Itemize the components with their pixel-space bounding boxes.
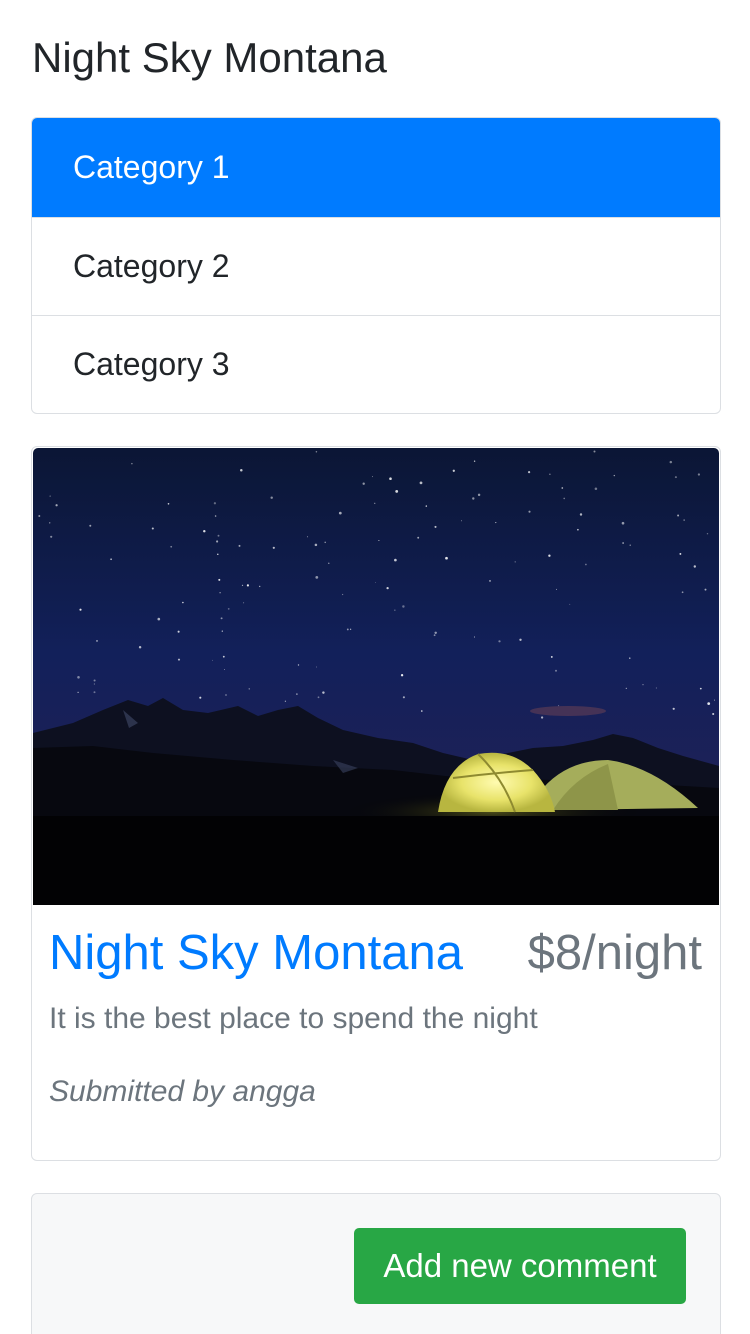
category-list: Category 1 Category 2 Category 3 xyxy=(31,117,721,414)
category-item-2[interactable]: Category 2 xyxy=(32,217,720,315)
comments-panel: Add new comment xyxy=(31,1193,721,1334)
submitted-by: Submitted by angga xyxy=(49,1075,316,1108)
campground-name-link[interactable]: Night Sky Montana xyxy=(49,921,463,985)
campground-description: It is the best place to spend the night xyxy=(49,1002,538,1035)
page-title: Night Sky Montana xyxy=(32,34,387,81)
page: Night Sky Montana Category 1 Category 2 … xyxy=(0,0,750,1334)
campground-price: $8/night xyxy=(527,926,702,980)
add-comment-button[interactable]: Add new comment xyxy=(354,1228,686,1304)
category-item-3[interactable]: Category 3 xyxy=(32,315,720,413)
category-item-1[interactable]: Category 1 xyxy=(32,118,720,217)
campground-image xyxy=(33,448,719,905)
campground-card: Night Sky Montana $8/night It is the bes… xyxy=(31,446,721,1161)
